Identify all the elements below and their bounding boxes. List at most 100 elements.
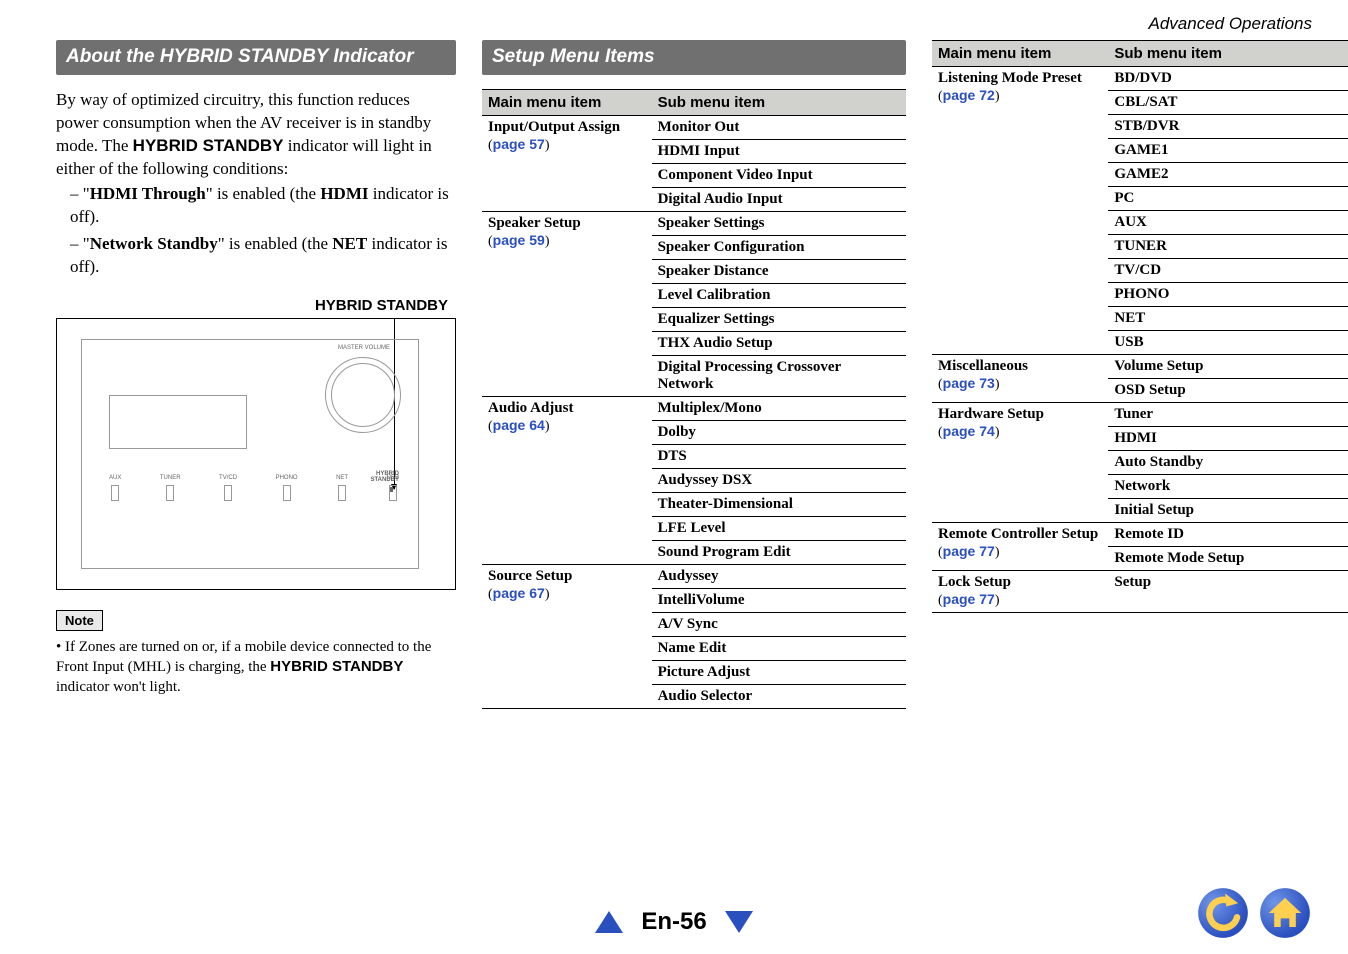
sub-menu-item: Audyssey DSX: [652, 469, 906, 493]
sub-menu-item: AUX: [1108, 211, 1348, 235]
note-text: If Zones are turned on or, if a mobile d…: [56, 637, 456, 698]
lbl: TUNER: [160, 475, 181, 481]
page-link[interactable]: page 57: [488, 136, 646, 154]
table-row: Hardware Setuppage 74Tuner: [932, 403, 1348, 427]
main-menu-item: Input/Output Assignpage 57: [482, 116, 652, 212]
t: " is enabled (the: [206, 184, 321, 203]
input-tvcd: TV/CD: [219, 475, 237, 501]
sub-menu-item: TV/CD: [1108, 259, 1348, 283]
th-main: Main menu item: [482, 90, 652, 116]
menu-table-1: Main menu item Sub menu item Input/Outpu…: [482, 89, 906, 709]
input-tuner: TUNER: [160, 475, 181, 501]
sub-menu-item: Component Video Input: [652, 164, 906, 188]
page-link[interactable]: page 59: [488, 232, 646, 250]
sub-menu-item: HDMI: [1108, 427, 1348, 451]
sub-menu-item: GAME1: [1108, 139, 1348, 163]
main-menu-item: Source Setuppage 67: [482, 565, 652, 709]
sub-menu-item: TUNER: [1108, 235, 1348, 259]
page-link[interactable]: page 64: [488, 417, 646, 435]
sub-menu-item: Level Calibration: [652, 284, 906, 308]
page-link[interactable]: page 77: [938, 591, 1102, 609]
sub-menu-item: Network: [1108, 475, 1348, 499]
main-menu-item: Hardware Setuppage 74: [932, 403, 1108, 523]
prev-page-button[interactable]: [595, 911, 623, 933]
table-row: Source Setuppage 67Audyssey: [482, 565, 906, 589]
sub-menu-item: Remote Mode Setup: [1108, 547, 1348, 571]
table-row: Remote Controller Setuppage 77Remote ID: [932, 523, 1348, 547]
back-icon[interactable]: [1196, 886, 1250, 940]
page-link[interactable]: page 73: [938, 375, 1102, 393]
sub-menu-item: Name Edit: [652, 637, 906, 661]
home-icon[interactable]: [1258, 886, 1312, 940]
sub-menu-item: PHONO: [1108, 283, 1348, 307]
main-menu-item: Remote Controller Setuppage 77: [932, 523, 1108, 571]
sub-menu-item: DTS: [652, 445, 906, 469]
sub-menu-item: CBL/SAT: [1108, 91, 1348, 115]
col2-title: Setup Menu Items: [482, 40, 906, 75]
sub-menu-item: OSD Setup: [1108, 379, 1348, 403]
table-row: Listening Mode Presetpage 72BD/DVD: [932, 67, 1348, 91]
t: " is enabled (the: [218, 234, 333, 253]
main-title: Remote Controller Setup: [938, 526, 1098, 542]
sub-menu-item: BD/DVD: [1108, 67, 1348, 91]
table-row: Speaker Setuppage 59Speaker Settings: [482, 212, 906, 236]
sub-menu-item: Digital Audio Input: [652, 188, 906, 212]
sub-menu-item: Remote ID: [1108, 523, 1348, 547]
sub-menu-item: LFE Level: [652, 517, 906, 541]
col1-li1: "HDMI Through" is enabled (the HDMI indi…: [70, 183, 456, 229]
sub-menu-item: IntelliVolume: [652, 589, 906, 613]
main-menu-item: Listening Mode Presetpage 72: [932, 67, 1108, 355]
next-page-button[interactable]: [725, 911, 753, 933]
input-net: NET: [336, 475, 348, 501]
hs-led: [390, 487, 393, 492]
sub-menu-item: Speaker Distance: [652, 260, 906, 284]
input-phono: PHONO: [276, 475, 298, 501]
hybrid-standby-caption: HYBRID STANDBY: [56, 297, 448, 314]
main-title: Input/Output Assign: [488, 119, 620, 135]
t: ": [83, 234, 90, 253]
sub-menu-item: Setup: [1108, 571, 1348, 613]
col1-p1b-pre: The: [102, 136, 133, 155]
table-row: Input/Output Assignpage 57Monitor Out: [482, 116, 906, 140]
note-label: Note: [56, 610, 103, 631]
btn: [224, 485, 232, 501]
sub-menu-item: Volume Setup: [1108, 355, 1348, 379]
lbl: TV/CD: [219, 475, 237, 481]
sub-menu-item: Dolby: [652, 421, 906, 445]
sub-menu-item: Theater-Dimensional: [652, 493, 906, 517]
th-sub: Sub menu item: [1108, 41, 1348, 67]
sub-menu-item: Picture Adjust: [652, 661, 906, 685]
sub-menu-item: Sound Program Edit: [652, 541, 906, 565]
sub-menu-item: A/V Sync: [652, 613, 906, 637]
page-link[interactable]: page 72: [938, 87, 1102, 105]
page-link[interactable]: page 67: [488, 585, 646, 603]
sub-menu-item: Auto Standby: [1108, 451, 1348, 475]
sub-menu-item: USB: [1108, 331, 1348, 355]
t: indicator won't light.: [56, 679, 181, 695]
main-menu-item: Lock Setuppage 77: [932, 571, 1108, 613]
sub-menu-item: GAME2: [1108, 163, 1348, 187]
sub-menu-item: Speaker Settings: [652, 212, 906, 236]
sub-menu-item: Audio Selector: [652, 685, 906, 709]
t: HDMI: [320, 184, 368, 203]
t: Network Standby: [90, 234, 218, 253]
btn: [338, 485, 346, 501]
hs-label: HYBRID STANDBY: [370, 471, 399, 483]
sub-menu-item: Equalizer Settings: [652, 308, 906, 332]
th-main: Main menu item: [932, 41, 1108, 67]
sub-menu-item: Digital Processing Crossover Network: [652, 356, 906, 397]
sub-menu-item: Monitor Out: [652, 116, 906, 140]
page-link[interactable]: page 74: [938, 423, 1102, 441]
page-link[interactable]: page 77: [938, 543, 1102, 561]
t: HDMI Through: [90, 184, 206, 203]
col1-p1b-bold: HYBRID STANDBY: [133, 136, 284, 155]
lbl: AUX: [109, 475, 121, 481]
col1-li2: "Network Standby" is enabled (the NET in…: [70, 233, 456, 279]
table-row: Lock Setuppage 77Setup: [932, 571, 1348, 613]
sub-menu-item: Tuner: [1108, 403, 1348, 427]
sub-menu-item: Multiplex/Mono: [652, 397, 906, 421]
main-title: Lock Setup: [938, 574, 1011, 590]
col1-title: About the HYBRID STANDBY Indicator: [56, 40, 456, 75]
page-number: En-56: [641, 908, 706, 936]
table-row: Audio Adjustpage 64Multiplex/Mono: [482, 397, 906, 421]
